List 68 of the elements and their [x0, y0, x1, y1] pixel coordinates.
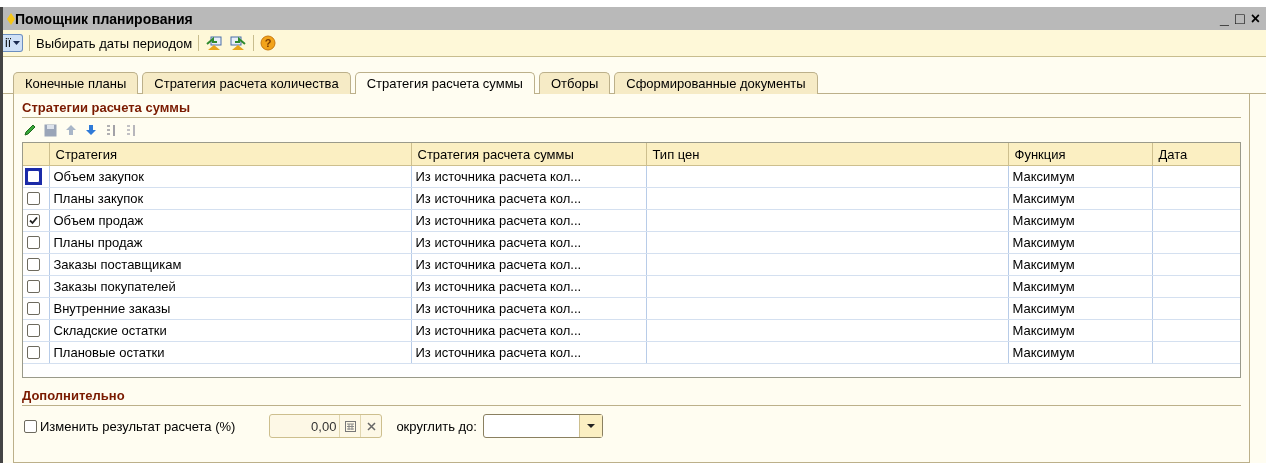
checkbox[interactable]	[27, 191, 40, 205]
clear-icon[interactable]	[366, 421, 376, 431]
section-title: Стратегии расчета суммы	[22, 100, 1241, 118]
table-cell: Заказы поставщикам	[49, 253, 411, 276]
actions-menu-button[interactable]: ії	[3, 34, 23, 52]
table-cell: Планы продаж	[49, 231, 411, 254]
table-cell: Максимум	[1008, 341, 1152, 364]
tab[interactable]: Сформированные документы	[614, 72, 818, 94]
table-cell: Из источника расчета кол...	[411, 165, 646, 188]
minimize-button[interactable]: _	[1220, 10, 1229, 27]
field-label: округлить до:	[396, 418, 477, 434]
toolbar-button[interactable]: Выбирать даты периодом	[36, 35, 193, 51]
table-cell: Максимум	[1008, 231, 1152, 254]
checkbox[interactable]	[27, 345, 40, 359]
export-icon[interactable]	[229, 35, 248, 51]
table-cell: Объем закупок	[49, 165, 411, 188]
table-cell: Максимум	[1008, 297, 1152, 320]
checkbox[interactable]	[27, 214, 40, 227]
help-icon[interactable]: ?	[260, 35, 277, 51]
column-header[interactable]: Стратегия расчета суммы	[411, 143, 646, 166]
table-cell: Максимум	[1008, 275, 1152, 298]
table-cell: Из источника расчета кол...	[411, 319, 646, 342]
table-cell: Из источника расчета кол...	[411, 297, 646, 320]
table-cell: Из источника расчета кол...	[411, 231, 646, 254]
close-button[interactable]: ×	[1250, 10, 1260, 27]
tab[interactable]: Конечные планы	[13, 72, 139, 94]
table-cell: Максимум	[1008, 209, 1152, 232]
table-cell: Заказы покупателей	[49, 275, 411, 298]
pencil-icon[interactable]	[24, 124, 36, 136]
table-cell: Максимум	[1008, 319, 1152, 342]
table-cell: Планы закупок	[49, 187, 411, 210]
tab[interactable]: Стратегия расчета суммы	[354, 72, 535, 94]
section-title: Дополнительно	[22, 388, 1241, 406]
column-header[interactable]: Стратегия	[49, 143, 411, 166]
table-cell: Складские остатки	[49, 319, 411, 342]
checkbox[interactable]	[27, 279, 40, 293]
column-header[interactable]: Функция	[1008, 143, 1152, 166]
arrow-down-icon[interactable]	[85, 124, 97, 136]
checkbox[interactable]	[27, 257, 40, 271]
percent-field[interactable]: 0,00	[269, 414, 383, 438]
checkbox[interactable]	[27, 301, 40, 315]
round-dropdown[interactable]	[482, 414, 603, 438]
table-cell: Максимум	[1008, 165, 1152, 188]
caret-icon	[586, 424, 595, 428]
column-header[interactable]: Дата	[1152, 143, 1240, 166]
table-cell: Из источника расчета кол...	[411, 341, 646, 364]
app-icon	[7, 12, 15, 25]
checkbox[interactable]	[24, 419, 37, 433]
table-cell: Плановые остатки	[49, 341, 411, 364]
checkbox[interactable]	[27, 323, 40, 337]
calculator-icon[interactable]	[344, 420, 356, 432]
table-cell: Максимум	[1008, 187, 1152, 210]
maximize-button[interactable]: □	[1235, 10, 1245, 27]
checkbox[interactable]	[27, 235, 40, 249]
tab[interactable]: Стратегия расчета количества	[142, 72, 351, 94]
table-cell: Максимум	[1008, 253, 1152, 276]
table-cell: Объем продаж	[49, 209, 411, 232]
column-header[interactable]: Тип цен	[646, 143, 1008, 166]
table-cell: Внутренние заказы	[49, 297, 411, 320]
table-cell: Из источника расчета кол...	[411, 275, 646, 298]
checkbox-label[interactable]: Изменить результат расчета (%)	[40, 418, 236, 434]
table-cell: Из источника расчета кол...	[411, 209, 646, 232]
tab[interactable]: Отборы	[538, 72, 611, 94]
window-title: Помощник планирования	[15, 10, 194, 27]
table-cell: Из источника расчета кол...	[411, 253, 646, 276]
table-cell: Из источника расчета кол...	[411, 187, 646, 210]
import-icon[interactable]	[205, 35, 224, 51]
caret-icon	[13, 41, 20, 45]
